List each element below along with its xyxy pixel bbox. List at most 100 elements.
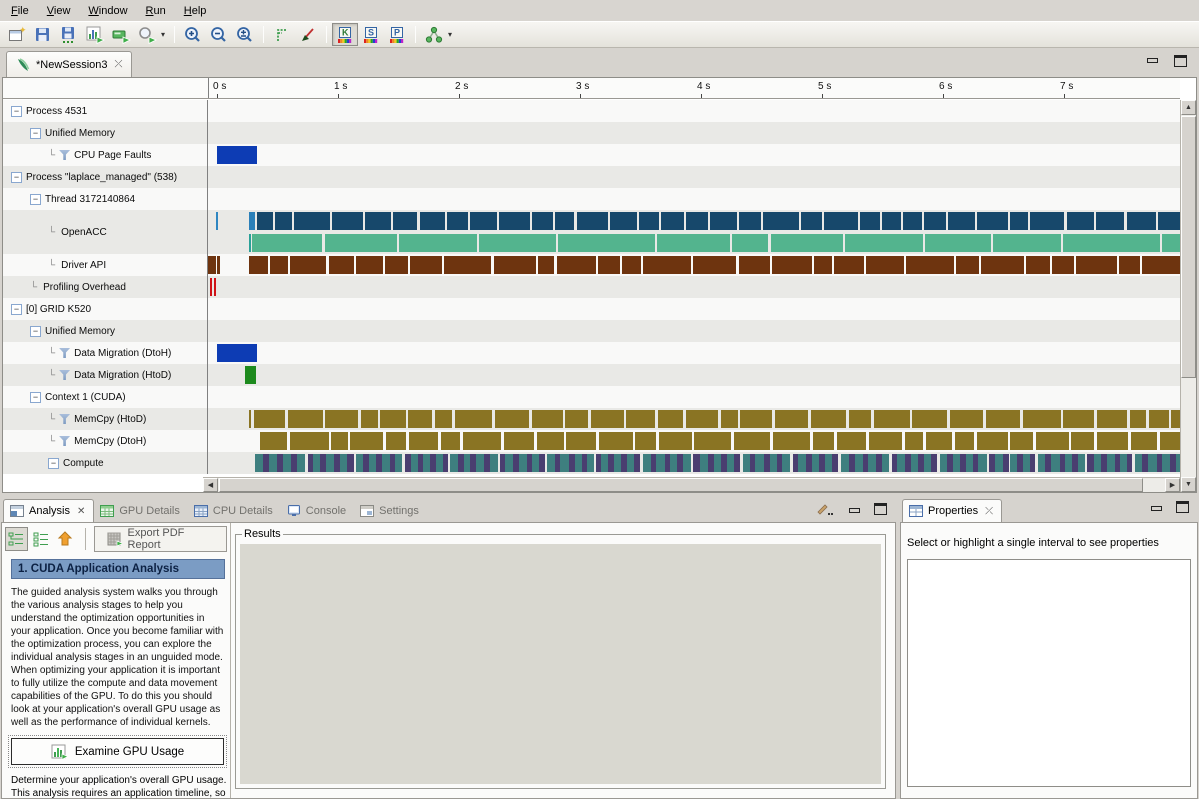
close-icon[interactable]: ⤫ xyxy=(113,59,123,70)
timeline-interval[interactable] xyxy=(1142,256,1180,274)
timeline-interval[interactable] xyxy=(903,212,922,230)
timeline-interval[interactable] xyxy=(1119,256,1140,274)
tree-row[interactable]: −Process "laplace_managed" (538) xyxy=(3,166,207,188)
timeline-interval[interactable] xyxy=(622,256,641,274)
scroll-right-icon[interactable]: ▶ xyxy=(1165,478,1180,492)
timeline-interval[interactable] xyxy=(1052,256,1074,274)
timeline-interval[interactable] xyxy=(950,410,983,428)
timeline-interval[interactable] xyxy=(773,432,811,450)
timeline-interval[interactable] xyxy=(294,212,330,230)
timeline-interval[interactable] xyxy=(798,454,806,472)
minimize-icon[interactable] xyxy=(1147,55,1158,67)
tab-properties[interactable]: Properties ⤫ xyxy=(902,499,1002,523)
timeline-interval[interactable] xyxy=(814,256,832,274)
timeline-interval[interactable] xyxy=(532,410,563,428)
timeline-interval[interactable] xyxy=(214,278,216,296)
mark-timeline-button[interactable] xyxy=(269,23,295,46)
timeline-interval[interactable] xyxy=(801,212,822,230)
timeline-interval[interactable] xyxy=(565,410,588,428)
timeline-interval[interactable] xyxy=(441,432,461,450)
view-menu-icon[interactable] xyxy=(815,501,835,517)
scroll-left-icon[interactable]: ◀ xyxy=(203,478,218,492)
vertical-scroll-thumb[interactable] xyxy=(1181,116,1196,378)
timeline-interval[interactable] xyxy=(626,410,655,428)
tab-analysis[interactable]: Analysis✕ xyxy=(3,499,94,523)
timeline-interval[interactable] xyxy=(811,410,846,428)
timeline-interval[interactable] xyxy=(217,256,220,274)
timeline-interval[interactable] xyxy=(393,212,417,230)
timeline-interval[interactable] xyxy=(771,234,843,252)
timeline-interval[interactable] xyxy=(447,212,468,230)
timeline-interval[interactable] xyxy=(455,410,492,428)
tree-row[interactable]: └Data Migration (HtoD) xyxy=(3,364,207,386)
timeline-interval[interactable] xyxy=(380,410,405,428)
timeline-interval[interactable] xyxy=(977,212,1008,230)
collapse-icon[interactable]: − xyxy=(30,194,41,205)
timeline-interval[interactable] xyxy=(254,410,285,428)
timeline-interval[interactable] xyxy=(532,454,539,472)
zoom-run-button[interactable] xyxy=(134,23,160,46)
close-icon[interactable]: ⤫ xyxy=(983,506,993,517)
timeline-interval[interactable] xyxy=(659,432,692,450)
timeline-interval[interactable] xyxy=(1076,256,1117,274)
timeline-interval[interactable] xyxy=(925,234,991,252)
collapse-icon[interactable]: − xyxy=(30,326,41,337)
timeline-interval[interactable] xyxy=(845,234,923,252)
timeline-interval[interactable] xyxy=(834,256,865,274)
timeline-interval[interactable] xyxy=(1127,454,1132,472)
timeline-interval[interactable] xyxy=(860,212,880,230)
timeline-interval[interactable] xyxy=(470,212,497,230)
timeline-interval[interactable] xyxy=(670,454,677,472)
timeline-interval[interactable] xyxy=(297,454,305,472)
timeline-interval[interactable] xyxy=(547,454,555,472)
timeline-interval[interactable] xyxy=(710,212,737,230)
export-pdf-button[interactable]: Export PDF Report xyxy=(94,526,227,552)
timeline-interval[interactable] xyxy=(772,256,812,274)
timeline-interval[interactable] xyxy=(1158,212,1180,230)
timeline-interval[interactable] xyxy=(395,454,402,472)
timeline-interval[interactable] xyxy=(347,454,354,472)
timeline-interval[interactable] xyxy=(926,432,953,450)
tab-console[interactable]: Console xyxy=(281,500,354,522)
zoom-out-button[interactable] xyxy=(206,23,232,46)
dropdown-caret-icon[interactable]: ▾ xyxy=(160,30,169,39)
timeline-interval[interactable] xyxy=(1045,454,1052,472)
timeline-interval[interactable] xyxy=(575,454,582,472)
maximize-icon[interactable] xyxy=(874,503,887,515)
tab-settings[interactable]: Settings xyxy=(354,500,427,522)
process-coloring-button[interactable]: P xyxy=(384,23,410,46)
tree-row[interactable]: └OpenACC xyxy=(3,210,207,254)
timeline-interval[interactable] xyxy=(986,410,1020,428)
timeline-interval[interactable] xyxy=(325,410,358,428)
timeline-interval[interactable] xyxy=(1067,212,1094,230)
timeline-interval[interactable] xyxy=(931,454,937,472)
timeline-interval[interactable] xyxy=(290,256,326,274)
close-icon[interactable]: ✕ xyxy=(75,506,85,517)
horizontal-scroll-thumb[interactable] xyxy=(219,478,1143,492)
tree-row[interactable]: └MemCpy (DtoH) xyxy=(3,430,207,452)
timeline-interval[interactable] xyxy=(532,212,553,230)
timeline-interval[interactable] xyxy=(210,278,212,296)
timeline-interval[interactable] xyxy=(1010,212,1027,230)
timeline-interval[interactable] xyxy=(1063,410,1094,428)
timeline-interval[interactable] xyxy=(763,212,799,230)
timeline-interval[interactable] xyxy=(812,454,819,472)
timeline-interval[interactable] xyxy=(408,410,432,428)
timeline-interval[interactable] xyxy=(1051,454,1060,472)
timeline-interval[interactable] xyxy=(911,454,918,472)
timeline-interval[interactable] xyxy=(614,454,622,472)
timeline-interval[interactable] xyxy=(423,454,430,472)
timeline-interval[interactable] xyxy=(217,146,257,164)
timeline-interval[interactable] xyxy=(499,212,530,230)
timeline-interval[interactable] xyxy=(882,212,901,230)
tab-new-session[interactable]: *NewSession3 ⤫ xyxy=(6,51,132,77)
timeline-interval[interactable] xyxy=(450,454,458,472)
timeline-interval[interactable] xyxy=(410,256,442,274)
timeline-interval[interactable] xyxy=(639,212,659,230)
scroll-up-icon[interactable]: ▲ xyxy=(1181,100,1196,115)
timeline-interval[interactable] xyxy=(494,256,537,274)
timeline-interval[interactable] xyxy=(1131,432,1158,450)
timeline-interval[interactable] xyxy=(1127,212,1157,230)
timeline-interval[interactable] xyxy=(332,212,362,230)
timeline-interval[interactable] xyxy=(275,212,292,230)
